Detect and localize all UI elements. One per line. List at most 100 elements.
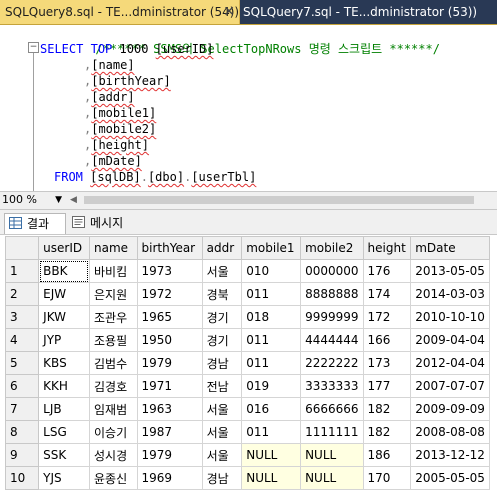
table-cell[interactable]: 은지원	[88, 282, 138, 306]
row-number[interactable]: 1	[4, 259, 40, 283]
table-cell[interactable]: 182	[362, 420, 412, 444]
collapse-icon[interactable]: −	[28, 42, 39, 53]
table-cell[interactable]: 2013-12-12	[410, 443, 490, 467]
table-cell[interactable]: 2009-04-04	[410, 328, 490, 352]
table-cell[interactable]: NULL	[241, 466, 302, 490]
table-cell[interactable]: 2013-05-05	[410, 259, 490, 283]
table-cell[interactable]: 2222222	[300, 351, 364, 375]
table-cell[interactable]: 011	[241, 282, 302, 306]
table-cell[interactable]: 서울	[201, 259, 243, 283]
table-cell[interactable]: 8888888	[300, 282, 364, 306]
scroll-left-icon[interactable]: ◀	[70, 195, 77, 205]
table-cell[interactable]: KKH	[38, 374, 90, 398]
table-cell[interactable]: 2010-10-10	[410, 305, 490, 329]
table-cell[interactable]: 182	[362, 397, 412, 421]
table-cell[interactable]: 2009-09-09	[410, 397, 490, 421]
table-cell[interactable]: 경기	[201, 328, 243, 352]
table-row[interactable]: 2 EJW 은지원 1972 경북 011 8888888 174 2014-03-03	[4, 282, 490, 306]
table-row[interactable]: 3 JKW 조관우 1965 경기 018 9999999 172 2010-10-10	[4, 305, 490, 329]
table-row[interactable]: 8 LSG 이승기 1987 서울 011 1111111 182 2008-08-08	[4, 420, 490, 444]
table-cell[interactable]: YJS	[38, 466, 90, 490]
scrollbar-thumb[interactable]	[84, 196, 474, 204]
table-cell[interactable]: LJB	[38, 397, 90, 421]
table-cell[interactable]: 019	[241, 374, 302, 398]
close-icon[interactable]: ✕	[223, 0, 235, 24]
table-cell[interactable]: 1979	[136, 443, 203, 467]
column-header[interactable]: mobile2	[300, 236, 364, 260]
column-header[interactable]: birthYear	[136, 236, 203, 260]
table-cell[interactable]: 1969	[136, 466, 203, 490]
table-cell[interactable]: 경남	[201, 466, 243, 490]
column-header[interactable]: mobile1	[241, 236, 302, 260]
row-number[interactable]: 3	[4, 305, 40, 329]
row-number[interactable]: 2	[4, 282, 40, 306]
table-row[interactable]: 5 KBS 김범수 1979 경남 011 2222222 173 2012-04-04	[4, 351, 490, 375]
table-cell[interactable]: KBS	[38, 351, 90, 375]
table-cell[interactable]: JYP	[38, 328, 90, 352]
table-cell[interactable]: 186	[362, 443, 412, 467]
table-cell[interactable]: 성시경	[88, 443, 138, 467]
table-cell[interactable]: 1965	[136, 305, 203, 329]
table-row[interactable]: 6 KKH 김경호 1971 전남 019 3333333 177 2007-07-07	[4, 374, 490, 398]
row-number[interactable]: 5	[4, 351, 40, 375]
table-cell[interactable]: 경남	[201, 351, 243, 375]
table-cell[interactable]: 4444444	[300, 328, 364, 352]
table-cell[interactable]: 김경호	[88, 374, 138, 398]
table-cell[interactable]: 173	[362, 351, 412, 375]
table-cell[interactable]: JKW	[38, 305, 90, 329]
table-cell[interactable]: 경북	[201, 282, 243, 306]
table-cell[interactable]: 3333333	[300, 374, 364, 398]
table-row[interactable]: 1 BBK 바비킴 1973 서울 010 0000000 176 2013-05-05	[4, 259, 490, 283]
row-number[interactable]: 10	[4, 466, 40, 490]
table-cell[interactable]: 0000000	[300, 259, 364, 283]
table-cell[interactable]: 경기	[201, 305, 243, 329]
table-cell[interactable]: 서울	[201, 397, 243, 421]
table-cell[interactable]: 2008-08-08	[410, 420, 490, 444]
table-cell[interactable]: 018	[241, 305, 302, 329]
table-cell[interactable]: 이승기	[88, 420, 138, 444]
table-cell[interactable]: BBK	[38, 259, 90, 283]
table-cell[interactable]: NULL	[300, 466, 364, 490]
query-editor[interactable]: − /****** SSMS의 SelectTopNRows 명령 스크립트 *…	[0, 25, 497, 193]
table-cell[interactable]: NULL	[241, 443, 302, 467]
table-cell[interactable]: 조관우	[88, 305, 138, 329]
tab-sqlquery8[interactable]: SQLQuery8.sql - TE...dministrator (54)) …	[0, 0, 240, 24]
table-cell[interactable]: 174	[362, 282, 412, 306]
table-cell[interactable]: 9999999	[300, 305, 364, 329]
column-header[interactable]: mDate	[410, 236, 490, 260]
row-number[interactable]: 9	[4, 443, 40, 467]
table-cell[interactable]: 조용필	[88, 328, 138, 352]
column-header[interactable]: name	[88, 236, 138, 260]
table-cell[interactable]: 166	[362, 328, 412, 352]
table-cell[interactable]: 2012-04-04	[410, 351, 490, 375]
table-cell[interactable]: 1971	[136, 374, 203, 398]
table-cell[interactable]: 177	[362, 374, 412, 398]
table-cell[interactable]: 010	[241, 259, 302, 283]
table-row[interactable]: 9 SSK 성시경 1979 서울 NULL NULL 186 2013-12-12	[4, 443, 490, 467]
table-row[interactable]: 4 JYP 조용필 1950 경기 011 4444444 166 2009-04-04	[4, 328, 490, 352]
row-number[interactable]: 7	[4, 397, 40, 421]
row-number[interactable]: 4	[4, 328, 40, 352]
table-cell[interactable]: 011	[241, 351, 302, 375]
table-cell[interactable]: 016	[241, 397, 302, 421]
table-cell[interactable]: 011	[241, 420, 302, 444]
table-cell[interactable]: 바비킴	[88, 259, 138, 283]
table-cell[interactable]: 172	[362, 305, 412, 329]
column-header[interactable]: addr	[201, 236, 243, 260]
table-cell[interactable]: 1987	[136, 420, 203, 444]
table-cell[interactable]: 1963	[136, 397, 203, 421]
table-cell[interactable]: EJW	[38, 282, 90, 306]
table-cell[interactable]: NULL	[300, 443, 364, 467]
horizontal-scrollbar[interactable]: ◀	[70, 195, 490, 205]
table-cell[interactable]: 임재범	[88, 397, 138, 421]
table-cell[interactable]: 011	[241, 328, 302, 352]
tab-messages[interactable]: 메시지	[68, 213, 150, 233]
table-row[interactable]: 7 LJB 임재범 1963 서울 016 6666666 182 2009-09-09	[4, 397, 490, 421]
table-cell[interactable]: 전남	[201, 374, 243, 398]
tab-results[interactable]: 결과	[4, 213, 66, 234]
table-cell[interactable]: 1979	[136, 351, 203, 375]
code-area[interactable]: /****** SSMS의 SelectTopNRows 명령 스크립트 ***…	[40, 25, 497, 190]
column-header[interactable]: userID	[38, 236, 90, 260]
table-cell[interactable]: 2014-03-03	[410, 282, 490, 306]
table-cell[interactable]: 2007-07-07	[410, 374, 490, 398]
